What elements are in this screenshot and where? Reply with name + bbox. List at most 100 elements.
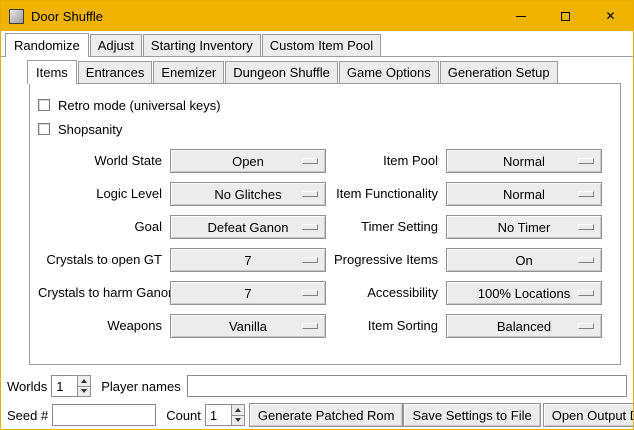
tab-starting-inventory[interactable]: Starting Inventory [143, 34, 261, 56]
retro-mode-checkbox[interactable]: Retro mode (universal keys) [38, 93, 620, 117]
seed-row: Seed # Count Generate Patched Rom Save S… [7, 403, 627, 427]
goal-dropdown[interactable]: Defeat Ganon [170, 215, 326, 239]
seed-label: Seed # [7, 408, 48, 423]
logic-level-label: Logic Level [38, 183, 162, 205]
worlds-label: Worlds [7, 379, 47, 394]
logic-level-dropdown[interactable]: No Glitches [170, 182, 326, 206]
timer-setting-value: No Timer [498, 220, 551, 235]
worlds-row: Worlds Player names [7, 374, 627, 398]
item-sorting-label: Item Sorting [334, 315, 438, 337]
dropdown-indicator-icon [578, 224, 594, 230]
maximize-icon [561, 12, 570, 21]
app-icon [9, 9, 24, 24]
item-pool-label: Item Pool [334, 150, 438, 172]
crystals-gt-dropdown[interactable]: 7 [170, 248, 326, 272]
arrow-up-icon [235, 408, 241, 412]
player-names-label: Player names [101, 379, 180, 394]
titlebar: Door Shuffle ✕ [1, 1, 633, 31]
spin-up-button[interactable] [77, 375, 91, 387]
shopsanity-checkbox[interactable]: Shopsanity [38, 117, 620, 141]
checkbox-box [38, 99, 50, 111]
logic-level-value: No Glitches [214, 187, 281, 202]
tab-randomize[interactable]: Randomize [5, 33, 89, 57]
progressive-items-label: Progressive Items [334, 249, 438, 271]
worlds-spinner [51, 375, 91, 397]
spin-down-button[interactable] [77, 387, 91, 398]
open-output-directory-button[interactable]: Open Output Directory [543, 403, 634, 427]
worlds-spin-arrows [77, 375, 91, 397]
tab-items[interactable]: Items [27, 60, 77, 84]
tab-custom-item-pool[interactable]: Custom Item Pool [262, 34, 381, 56]
dropdown-indicator-icon [302, 191, 318, 197]
count-label: Count [166, 408, 201, 423]
world-state-dropdown[interactable]: Open [170, 149, 326, 173]
tab-adjust[interactable]: Adjust [90, 34, 142, 56]
goal-label: Goal [38, 216, 162, 238]
crystals-ganon-dropdown[interactable]: 7 [170, 281, 326, 305]
tab-game-options[interactable]: Game Options [339, 61, 439, 83]
spin-up-button[interactable] [231, 404, 245, 416]
tab-entrances[interactable]: Entrances [78, 61, 153, 83]
crystals-ganon-value: 7 [244, 286, 251, 301]
worlds-input[interactable] [51, 375, 77, 397]
item-functionality-value: Normal [503, 187, 545, 202]
item-pool-value: Normal [503, 154, 545, 169]
count-spin-arrows [231, 404, 245, 426]
tab-enemizer[interactable]: Enemizer [153, 61, 224, 83]
generate-patched-rom-button[interactable]: Generate Patched Rom [249, 403, 404, 427]
tab-generation-setup[interactable]: Generation Setup [440, 61, 558, 83]
item-sorting-value: Balanced [497, 319, 551, 334]
close-icon: ✕ [605, 10, 615, 22]
dropdown-indicator-icon [302, 323, 318, 329]
dropdown-indicator-icon [578, 257, 594, 263]
weapons-dropdown[interactable]: Vanilla [170, 314, 326, 338]
checkbox-label: Retro mode (universal keys) [58, 98, 221, 113]
item-sorting-dropdown[interactable]: Balanced [446, 314, 602, 338]
maximize-button[interactable] [543, 1, 588, 31]
dropdown-indicator-icon [302, 224, 318, 230]
item-pool-dropdown[interactable]: Normal [446, 149, 602, 173]
timer-setting-label: Timer Setting [334, 216, 438, 238]
dropdown-indicator-icon [302, 290, 318, 296]
dropdown-indicator-icon [578, 191, 594, 197]
crystals-ganon-label: Crystals to harm Ganon [38, 282, 162, 304]
minimize-button[interactable] [498, 1, 543, 31]
weapons-value: Vanilla [229, 319, 267, 334]
window-title: Door Shuffle [31, 9, 103, 24]
progressive-items-dropdown[interactable]: On [446, 248, 602, 272]
accessibility-value: 100% Locations [478, 286, 571, 301]
timer-setting-dropdown[interactable]: No Timer [446, 215, 602, 239]
checkbox-label: Shopsanity [58, 122, 122, 137]
randomize-pane: Items Entrances Enemizer Dungeon Shuffle… [1, 56, 633, 429]
arrow-down-icon [235, 418, 241, 422]
items-pane: Retro mode (universal keys) Shopsanity W… [29, 83, 621, 365]
arrow-up-icon [81, 379, 87, 383]
save-settings-button[interactable]: Save Settings to File [403, 403, 540, 427]
count-spinner [205, 404, 245, 426]
spin-down-button[interactable] [231, 416, 245, 427]
item-functionality-dropdown[interactable]: Normal [446, 182, 602, 206]
count-input[interactable] [205, 404, 231, 426]
item-functionality-label: Item Functionality [334, 183, 438, 205]
dropdown-indicator-icon [578, 323, 594, 329]
minimize-icon [516, 16, 526, 17]
arrow-down-icon [81, 389, 87, 393]
accessibility-label: Accessibility [334, 282, 438, 304]
world-state-label: World State [38, 150, 162, 172]
goal-value: Defeat Ganon [208, 220, 289, 235]
inner-tabbar: Items Entrances Enemizer Dungeon Shuffle… [1, 57, 633, 83]
dropdown-indicator-icon [578, 158, 594, 164]
dropdown-indicator-icon [302, 257, 318, 263]
outer-tabbar: Randomize Adjust Starting Inventory Cust… [1, 31, 633, 56]
dropdown-indicator-icon [578, 290, 594, 296]
checkbox-box [38, 123, 50, 135]
player-names-input[interactable] [187, 375, 627, 397]
crystals-gt-label: Crystals to open GT [38, 249, 162, 271]
close-button[interactable]: ✕ [588, 1, 633, 31]
tab-dungeon-shuffle[interactable]: Dungeon Shuffle [225, 61, 338, 83]
options-grid: World State Open Item Pool Normal Logic … [38, 149, 620, 338]
seed-input[interactable] [52, 404, 156, 426]
accessibility-dropdown[interactable]: 100% Locations [446, 281, 602, 305]
bottom-controls: Worlds Player names Seed # Count [1, 365, 633, 427]
weapons-label: Weapons [38, 315, 162, 337]
